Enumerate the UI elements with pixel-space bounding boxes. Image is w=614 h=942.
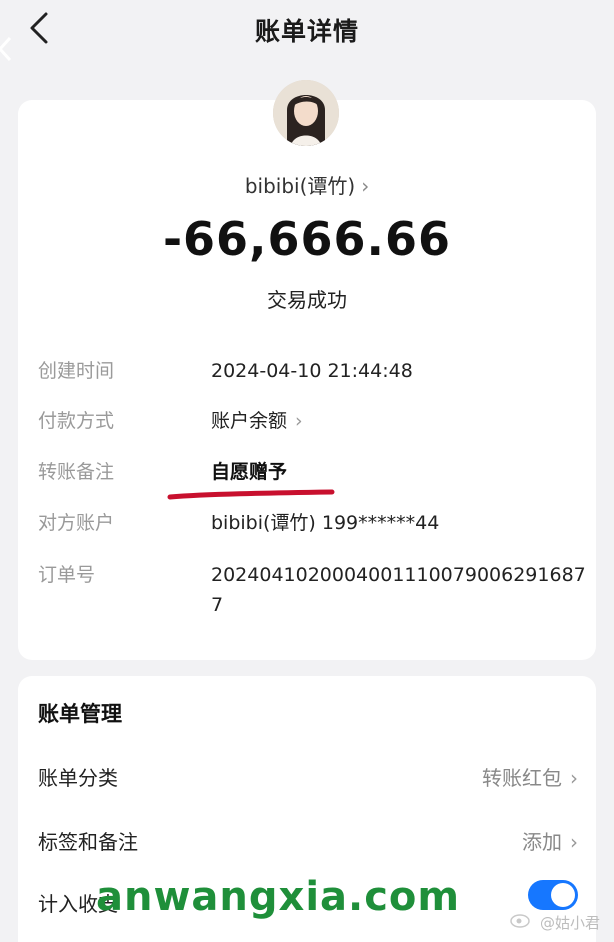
payee-name-row[interactable]: bibibi(谭竹) › bbox=[18, 170, 596, 199]
order-number-value: 20240410200040011100790062916877 bbox=[211, 564, 586, 616]
chevron-right-icon: › bbox=[295, 410, 303, 432]
detail-label: 转账备注 bbox=[38, 461, 115, 483]
add-value: 添加 bbox=[522, 830, 562, 854]
chevron-right-icon: › bbox=[570, 830, 578, 854]
transaction-status: 交易成功 bbox=[267, 288, 347, 312]
nav-header: 账单详情 bbox=[0, 0, 614, 62]
transaction-amount: -66,666.66 bbox=[162, 212, 452, 266]
detail-label: 付款方式 bbox=[38, 410, 115, 432]
detail-label: 订单号 bbox=[38, 564, 96, 586]
manage-label: 账单分类 bbox=[38, 766, 118, 790]
category-value: 转账红包 bbox=[482, 766, 562, 790]
payee-avatar[interactable] bbox=[273, 80, 339, 146]
avatar-portrait-icon bbox=[273, 80, 339, 146]
detail-value: 2024-04-10 21:44:48 bbox=[211, 360, 413, 382]
section-title: 账单管理 bbox=[38, 702, 122, 726]
manage-value[interactable]: 添加 › bbox=[522, 826, 578, 855]
manage-value[interactable]: 转账红包 › bbox=[482, 762, 578, 791]
toggle-knob bbox=[551, 883, 575, 907]
weibo-logo-icon bbox=[510, 914, 530, 928]
detail-label: 创建时间 bbox=[38, 360, 115, 382]
red-underline-annotation bbox=[167, 489, 335, 500]
payment-method-value: 账户余额 bbox=[211, 410, 288, 432]
weibo-watermark: @姑小君 bbox=[539, 914, 600, 932]
page-title: 账单详情 bbox=[254, 17, 359, 46]
payee-name: bibibi(谭竹) bbox=[244, 174, 356, 198]
site-watermark: anwangxia.com bbox=[96, 874, 461, 920]
bill-detail-page: 账单详情 bibibi(谭竹) › -66,666.66 交易成功 创建时间 20… bbox=[0, 0, 614, 942]
transaction-card: bibibi(谭竹) › -66,666.66 交易成功 创建时间 2024-04… bbox=[18, 80, 596, 660]
transfer-note-value: 自愿赠予 bbox=[211, 461, 288, 483]
manage-label: 标签和备注 bbox=[38, 830, 138, 854]
chevron-right-icon: › bbox=[361, 174, 370, 198]
detail-label: 对方账户 bbox=[38, 512, 115, 534]
detail-value: bibibi(谭竹) 199******44 bbox=[211, 512, 440, 534]
chevron-right-icon: › bbox=[570, 766, 578, 790]
include-toggle-switch[interactable] bbox=[528, 880, 578, 910]
detail-value: 账户余额 › bbox=[211, 406, 591, 436]
